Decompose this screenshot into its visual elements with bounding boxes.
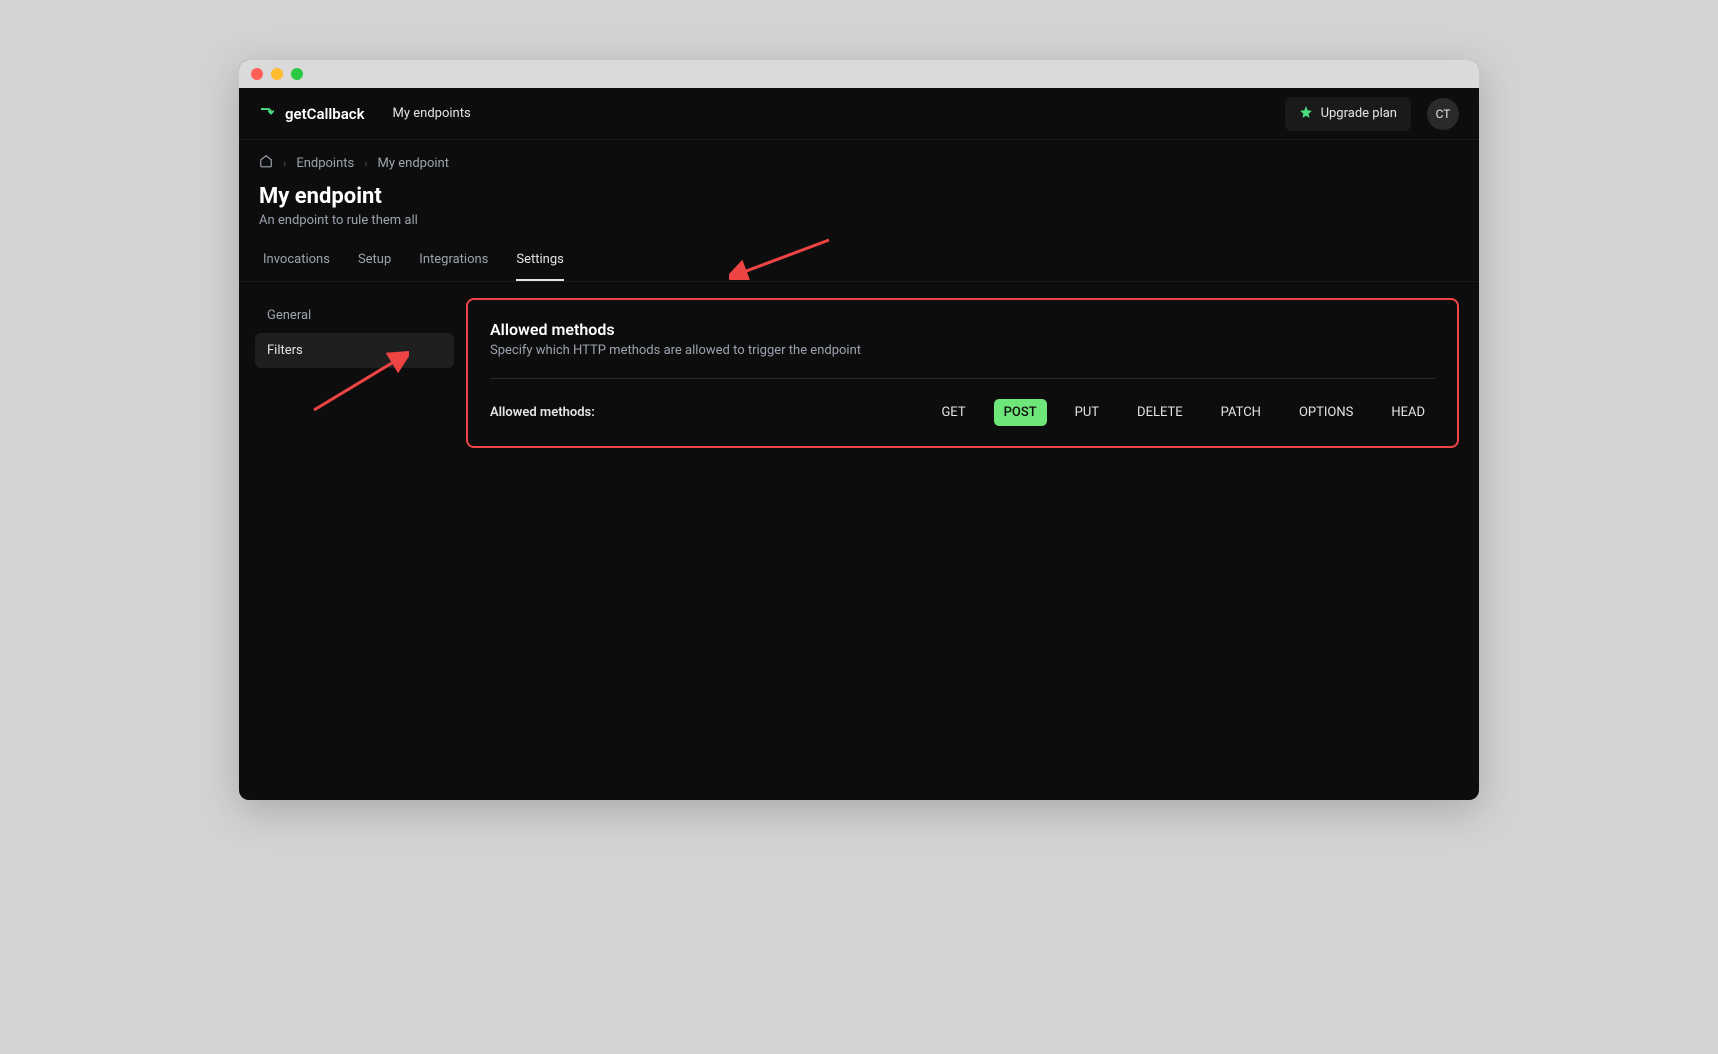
tab-invocations[interactable]: Invocations: [263, 252, 330, 281]
method-put[interactable]: PUT: [1065, 399, 1109, 426]
brand-name: getCallback: [285, 105, 365, 123]
method-post[interactable]: POST: [994, 399, 1047, 426]
page-header: My endpoint An endpoint to rule them all: [239, 172, 1479, 228]
divider: [490, 378, 1435, 379]
sidebar-item-filters[interactable]: Filters: [255, 333, 454, 368]
main-panel: Allowed methods Specify which HTTP metho…: [454, 282, 1479, 448]
tab-setup[interactable]: Setup: [358, 252, 391, 281]
methods-list: GET POST PUT DELETE PATCH OPTIONS HEAD: [931, 399, 1435, 426]
star-icon: [1299, 105, 1313, 123]
methods-label: Allowed methods:: [490, 405, 595, 420]
home-icon[interactable]: [259, 154, 273, 172]
window-maximize-icon[interactable]: [291, 68, 303, 80]
tab-integrations[interactable]: Integrations: [419, 252, 488, 281]
card-description: Specify which HTTP methods are allowed t…: [490, 343, 1435, 358]
chevron-right-icon: ›: [283, 157, 286, 170]
app-window: getCallback My endpoints Upgrade plan CT…: [239, 60, 1479, 800]
page-title: My endpoint: [259, 184, 1459, 209]
breadcrumb: › Endpoints › My endpoint: [239, 140, 1479, 172]
upgrade-plan-button[interactable]: Upgrade plan: [1285, 97, 1411, 131]
methods-row: Allowed methods: GET POST PUT DELETE PAT…: [490, 399, 1435, 426]
window-close-icon[interactable]: [251, 68, 263, 80]
method-patch[interactable]: PATCH: [1211, 399, 1271, 426]
card-title: Allowed methods: [490, 320, 1435, 339]
tab-settings[interactable]: Settings: [516, 252, 563, 281]
upgrade-label: Upgrade plan: [1321, 106, 1397, 121]
window-titlebar: [239, 60, 1479, 88]
brand-logo-icon: [259, 103, 277, 125]
sidebar-item-general[interactable]: General: [255, 298, 454, 333]
content: General Filters Allowed methods Specify …: [239, 282, 1479, 448]
method-options[interactable]: OPTIONS: [1289, 399, 1363, 426]
tabs: Invocations Setup Integrations Settings: [239, 252, 1479, 282]
breadcrumb-my-endpoint[interactable]: My endpoint: [378, 156, 449, 171]
brand[interactable]: getCallback: [259, 103, 365, 125]
breadcrumb-endpoints[interactable]: Endpoints: [296, 156, 354, 171]
chevron-right-icon: ›: [364, 157, 367, 170]
window-minimize-icon[interactable]: [271, 68, 283, 80]
settings-sidebar: General Filters: [239, 282, 454, 448]
method-head[interactable]: HEAD: [1381, 399, 1435, 426]
allowed-methods-card: Allowed methods Specify which HTTP metho…: [466, 298, 1459, 448]
method-delete[interactable]: DELETE: [1127, 399, 1193, 426]
page-subtitle: An endpoint to rule them all: [259, 213, 1459, 228]
avatar[interactable]: CT: [1427, 98, 1459, 130]
topnav-my-endpoints[interactable]: My endpoints: [393, 106, 471, 121]
method-get[interactable]: GET: [931, 399, 975, 426]
topbar: getCallback My endpoints Upgrade plan CT: [239, 88, 1479, 140]
